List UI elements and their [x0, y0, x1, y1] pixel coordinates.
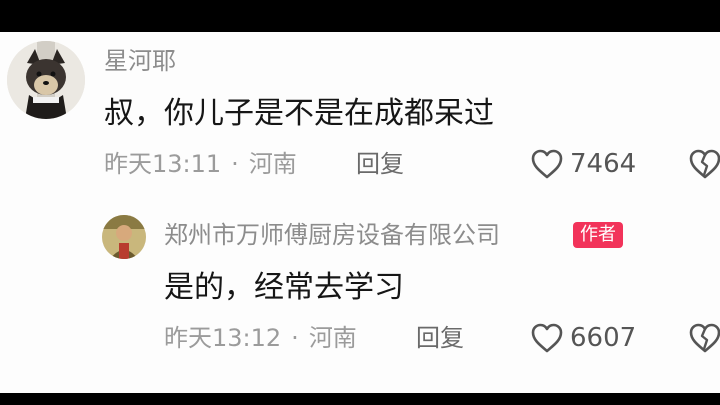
username[interactable]: 星河耶	[104, 46, 176, 76]
comment-location: 河南	[248, 150, 297, 178]
dog-avatar-icon	[7, 41, 85, 119]
avatar[interactable]	[7, 41, 85, 119]
comment-location: 河南	[308, 324, 357, 352]
like-count: 7464	[570, 149, 637, 179]
comment-meta: 昨天13:11 · 河南	[104, 148, 297, 180]
broken-heart-icon	[689, 149, 720, 179]
comment-text: 叔，你儿子是不是在成都呆过	[104, 96, 494, 131]
dislike-button[interactable]	[688, 322, 720, 358]
username[interactable]: 郑州市万师傅厨房设备有限公司	[164, 220, 500, 250]
avatar[interactable]	[102, 215, 146, 259]
reply-button[interactable]: 回复	[356, 148, 404, 180]
like-button[interactable]: 7464	[530, 146, 636, 182]
comment-meta: 昨天13:12 · 河南	[164, 322, 357, 354]
reply-item: 郑州市万师傅厨房设备有限公司 作者 是的，经常去学习 昨天13:12 · 河南 …	[0, 202, 720, 393]
comments-panel: 星河耶 叔，你儿子是不是在成都呆过 昨天13:11 · 河南 回复 7464 郑…	[0, 32, 720, 393]
author-badge: 作者	[573, 222, 623, 248]
comment-text: 是的，经常去学习	[164, 270, 404, 305]
reply-button[interactable]: 回复	[416, 322, 464, 354]
chef-avatar-icon	[102, 215, 146, 259]
comment-time: 昨天13:12	[164, 324, 282, 352]
heart-icon	[531, 149, 563, 179]
heart-icon	[531, 323, 563, 353]
like-button[interactable]: 6607	[530, 320, 636, 356]
comment-time: 昨天13:11	[104, 150, 222, 178]
separator: ·	[291, 324, 299, 352]
separator: ·	[231, 150, 239, 178]
broken-heart-icon	[689, 323, 720, 353]
comment-item: 星河耶 叔，你儿子是不是在成都呆过 昨天13:11 · 河南 回复 7464	[0, 32, 720, 202]
dislike-button[interactable]	[688, 148, 720, 184]
like-count: 6607	[570, 323, 637, 353]
